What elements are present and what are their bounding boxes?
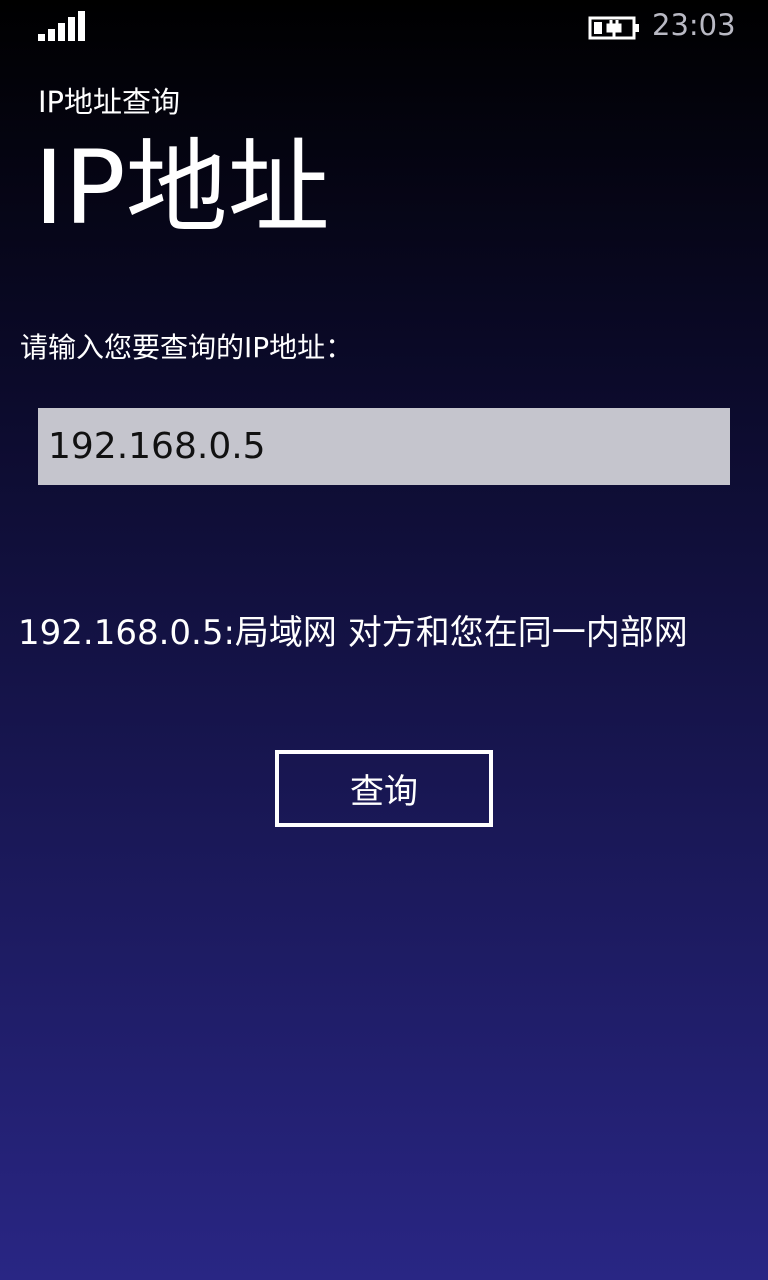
status-bar: 23:03 (0, 0, 768, 56)
ip-address-input[interactable] (38, 408, 730, 485)
page-title: IP地址 (34, 129, 330, 248)
battery-charging-icon (588, 14, 640, 42)
signal-strength-icon (38, 11, 86, 41)
status-clock: 23:03 (652, 8, 736, 42)
ip-prompt-label: 请输入您要查询的IP地址： (20, 331, 354, 364)
app-subtitle: IP地址查询 (38, 85, 181, 119)
query-button[interactable]: 查询 (275, 750, 493, 827)
query-result-text: 192.168.0.5:局域网 对方和您在同一内部网 (18, 613, 688, 653)
